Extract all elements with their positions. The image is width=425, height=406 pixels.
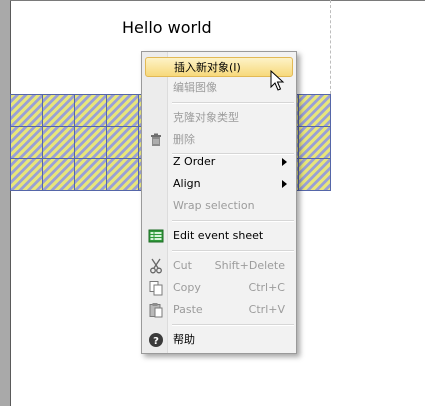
menu-item-shortcut: Shift+Delete [214,259,285,272]
paste-icon [149,303,163,318]
menu-item-paste[interactable]: Paste Ctrl+V [145,300,293,320]
trash-icon [151,133,161,146]
tile [299,127,331,159]
menu-item-label: Wrap selection [173,199,255,212]
menu-item-label: 克隆对象类型 [173,111,239,124]
menu-item-label: Align [173,177,201,190]
menu-item-shortcut: Ctrl+V [248,303,285,316]
tile [11,127,43,159]
tile [107,95,139,127]
tile [299,95,331,127]
canvas-top-border [10,0,425,1]
tile [43,95,75,127]
tile [75,127,107,159]
menu-item-edit-event-sheet[interactable]: Edit event sheet [145,226,293,246]
event-sheet-icon [148,229,164,243]
menu-item-label: 插入新对象(I) [174,61,241,74]
menu-item-wrap-selection[interactable]: Wrap selection [145,196,293,216]
tile [43,127,75,159]
scissors-icon [150,258,162,274]
menu-item-copy[interactable]: Copy Ctrl+C [145,278,293,298]
menu-item-label: Edit event sheet [173,229,264,242]
tile [11,159,43,191]
tile [75,159,107,191]
submenu-arrow-icon [282,180,287,188]
tile [107,159,139,191]
mouse-cursor-icon [270,70,285,91]
menu-item-label: 编辑图像 [173,81,217,94]
help-icon: ? [149,333,163,347]
menu-separator [172,324,294,326]
hello-world-text-object[interactable]: Hello world [122,18,212,37]
menu-item-shortcut: Ctrl+C [248,281,285,294]
menu-item-delete[interactable]: 删除 [145,130,293,150]
menu-item-label: 帮助 [173,333,195,346]
menu-item-help[interactable]: ? 帮助 [145,330,293,350]
svg-text:?: ? [153,336,159,347]
tile [75,95,107,127]
menu-item-align[interactable]: Align [145,174,293,194]
menu-separator [172,102,294,104]
menu-item-clone-object-type[interactable]: 克隆对象类型 [145,108,293,128]
tile [299,159,331,191]
copy-icon [149,281,163,296]
menu-item-label: Copy [173,281,201,294]
tile [11,95,43,127]
submenu-arrow-icon [282,158,287,166]
tile [107,127,139,159]
menu-item-z-order[interactable]: Z Order [145,152,293,172]
menu-item-label: Z Order [173,155,216,168]
menu-item-label: Cut [173,259,192,272]
menu-separator [172,220,294,222]
menu-separator [172,250,294,252]
tile [43,159,75,191]
context-menu: 插入新对象(I) 编辑图像 克隆对象类型 删除 Z Order Align Wr… [141,51,297,354]
menu-item-label: 删除 [173,133,195,146]
menu-item-label: Paste [173,303,203,316]
menu-item-cut[interactable]: Cut Shift+Delete [145,256,293,276]
